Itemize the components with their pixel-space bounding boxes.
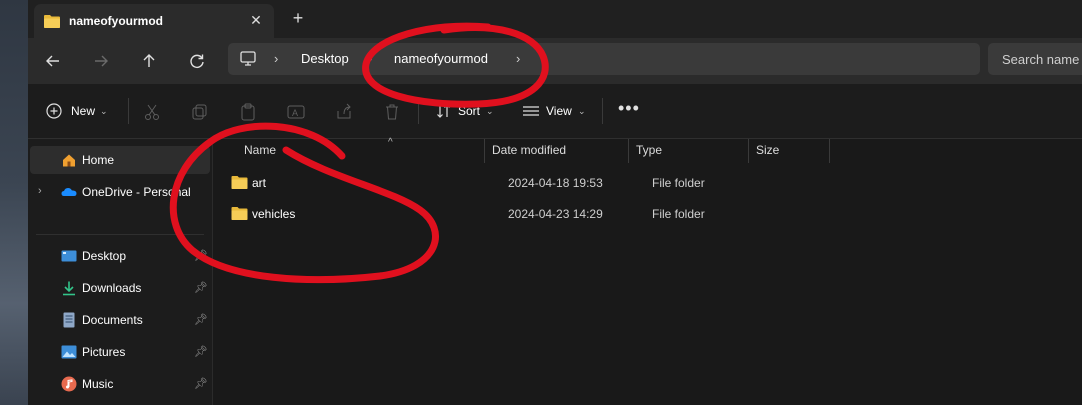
onedrive-icon <box>61 188 77 196</box>
paste-icon[interactable] <box>238 101 258 123</box>
sort-label: Sort <box>458 104 481 118</box>
tab-nameofyourmod[interactable]: nameofyourmod ✕ <box>34 4 274 38</box>
table-row[interactable]: vehicles 2024-04-23 14:29 File folder <box>225 200 825 228</box>
column-label: Date modified <box>492 143 567 157</box>
sidebar-item-label: Home <box>82 153 115 167</box>
pin-icon[interactable]: 📌︎ <box>194 377 208 390</box>
rename-icon[interactable]: A <box>286 101 306 123</box>
sidebar-item-label: Music <box>82 377 114 391</box>
breadcrumb-nameofyourmod[interactable]: nameofyourmod <box>394 51 488 66</box>
search-box[interactable]: Search name <box>988 43 1082 75</box>
column-divider[interactable] <box>484 139 485 163</box>
svg-text:A: A <box>292 108 298 118</box>
forward-arrow-icon[interactable] <box>90 50 112 72</box>
pin-icon[interactable]: 📌︎ <box>194 281 208 294</box>
chevron-down-icon: ⌄ <box>486 106 494 116</box>
desktop-icon <box>61 250 77 262</box>
command-bar: New ⌄ A Sort ⌄ View ⌄ ••• <box>28 84 1082 139</box>
folder-icon <box>44 15 60 28</box>
sidebar-item-home[interactable]: Home <box>30 146 210 174</box>
pin-icon[interactable]: 📌︎ <box>194 313 208 326</box>
refresh-icon[interactable] <box>186 50 208 72</box>
plus-circle-icon <box>46 103 62 119</box>
plus-icon[interactable]: + <box>290 9 306 27</box>
navigation-bar: › Desktop › nameofyourmod › Search name <box>28 38 1082 84</box>
column-label: Type <box>636 143 663 157</box>
file-date: 2024-04-18 19:53 <box>508 176 603 190</box>
pictures-icon <box>61 345 77 359</box>
sort-icon <box>437 104 450 118</box>
pin-icon[interactable]: 📌︎ <box>194 249 208 262</box>
column-divider[interactable] <box>829 139 830 163</box>
up-arrow-icon[interactable] <box>138 50 160 72</box>
search-placeholder: Search name <box>1002 52 1080 67</box>
chevron-right-icon: › <box>274 51 279 66</box>
chevron-down-icon: ⌄ <box>100 106 108 116</box>
sidebar-item-label: OneDrive - Personal <box>82 185 191 199</box>
chevron-right-icon[interactable]: › <box>516 51 520 66</box>
more-options-icon[interactable]: ••• <box>618 98 640 120</box>
file-type: File folder <box>652 176 705 190</box>
table-row[interactable]: art 2024-04-18 19:53 File folder <box>225 169 825 197</box>
sidebar-item-desktop[interactable]: Desktop 📌︎ <box>28 242 212 270</box>
chevron-right-icon: › <box>368 51 373 66</box>
home-icon <box>63 154 75 167</box>
sidebar-item-downloads[interactable]: Downloads 📌︎ <box>28 274 212 302</box>
sidebar-item-music[interactable]: Music 📌︎ <box>28 370 212 398</box>
sidebar-item-label: Downloads <box>82 281 142 295</box>
chevron-down-icon: ⌄ <box>578 106 586 116</box>
file-explorer-window: nameofyourmod ✕ + › Desktop › nameofyour… <box>28 0 1082 405</box>
sidebar-item-onedrive[interactable]: › OneDrive - Personal <box>28 178 212 206</box>
sidebar-item-label: Pictures <box>82 345 126 359</box>
breadcrumb-desktop[interactable]: Desktop <box>301 51 349 66</box>
new-button[interactable]: New ⌄ <box>46 100 124 122</box>
column-header-type[interactable]: Type <box>636 143 662 165</box>
music-icon <box>61 376 77 392</box>
file-name: art <box>252 176 267 190</box>
computer-icon <box>240 51 256 66</box>
file-list: Name ^ Date modified Type Size art 2024-… <box>213 137 1082 405</box>
view-label: View <box>546 104 572 118</box>
tab-title: nameofyourmod <box>69 14 164 28</box>
sidebar-item-label: Desktop <box>82 249 127 263</box>
divider <box>602 98 603 124</box>
column-header-name[interactable]: Name ^ <box>244 137 393 165</box>
chevron-right-icon[interactable]: › <box>38 185 42 197</box>
column-label: Size <box>756 143 780 157</box>
copy-icon[interactable] <box>190 101 210 123</box>
folder-icon <box>231 207 248 220</box>
file-type: File folder <box>652 207 705 221</box>
share-icon[interactable] <box>334 101 354 123</box>
sidebar-item-documents[interactable]: Documents 📌︎ <box>28 306 212 334</box>
file-name: vehicles <box>252 207 296 221</box>
view-button[interactable]: View ⌄ <box>522 100 594 122</box>
column-header-size[interactable]: Size <box>756 143 779 165</box>
divider <box>36 234 204 235</box>
column-divider[interactable] <box>628 139 629 163</box>
documents-icon <box>63 312 75 328</box>
pin-icon[interactable]: 📌︎ <box>194 345 208 358</box>
column-divider[interactable] <box>748 139 749 163</box>
file-date: 2024-04-23 14:29 <box>508 207 603 221</box>
column-header-date[interactable]: Date modified <box>492 143 566 165</box>
column-label: Name <box>244 143 277 157</box>
address-bar[interactable]: › Desktop › nameofyourmod › <box>228 43 980 75</box>
navigation-pane: Home › OneDrive - Personal Desktop 📌︎ Do… <box>28 139 213 405</box>
delete-icon[interactable] <box>382 101 402 123</box>
close-icon[interactable]: ✕ <box>248 12 264 28</box>
sidebar-item-label: Documents <box>82 313 143 327</box>
sort-ascending-icon: ^ <box>388 137 393 148</box>
new-label: New <box>71 104 96 118</box>
sidebar-item-pictures[interactable]: Pictures 📌︎ <box>28 338 212 366</box>
view-icon <box>523 106 539 116</box>
divider <box>128 98 129 124</box>
tab-strip: nameofyourmod ✕ + <box>28 0 1082 38</box>
sort-button[interactable]: Sort ⌄ <box>436 100 498 122</box>
cut-icon[interactable] <box>142 101 162 123</box>
divider <box>418 98 419 124</box>
download-icon <box>63 281 75 296</box>
folder-icon <box>231 176 248 189</box>
back-arrow-icon[interactable] <box>42 50 64 72</box>
desktop-background <box>0 0 28 405</box>
